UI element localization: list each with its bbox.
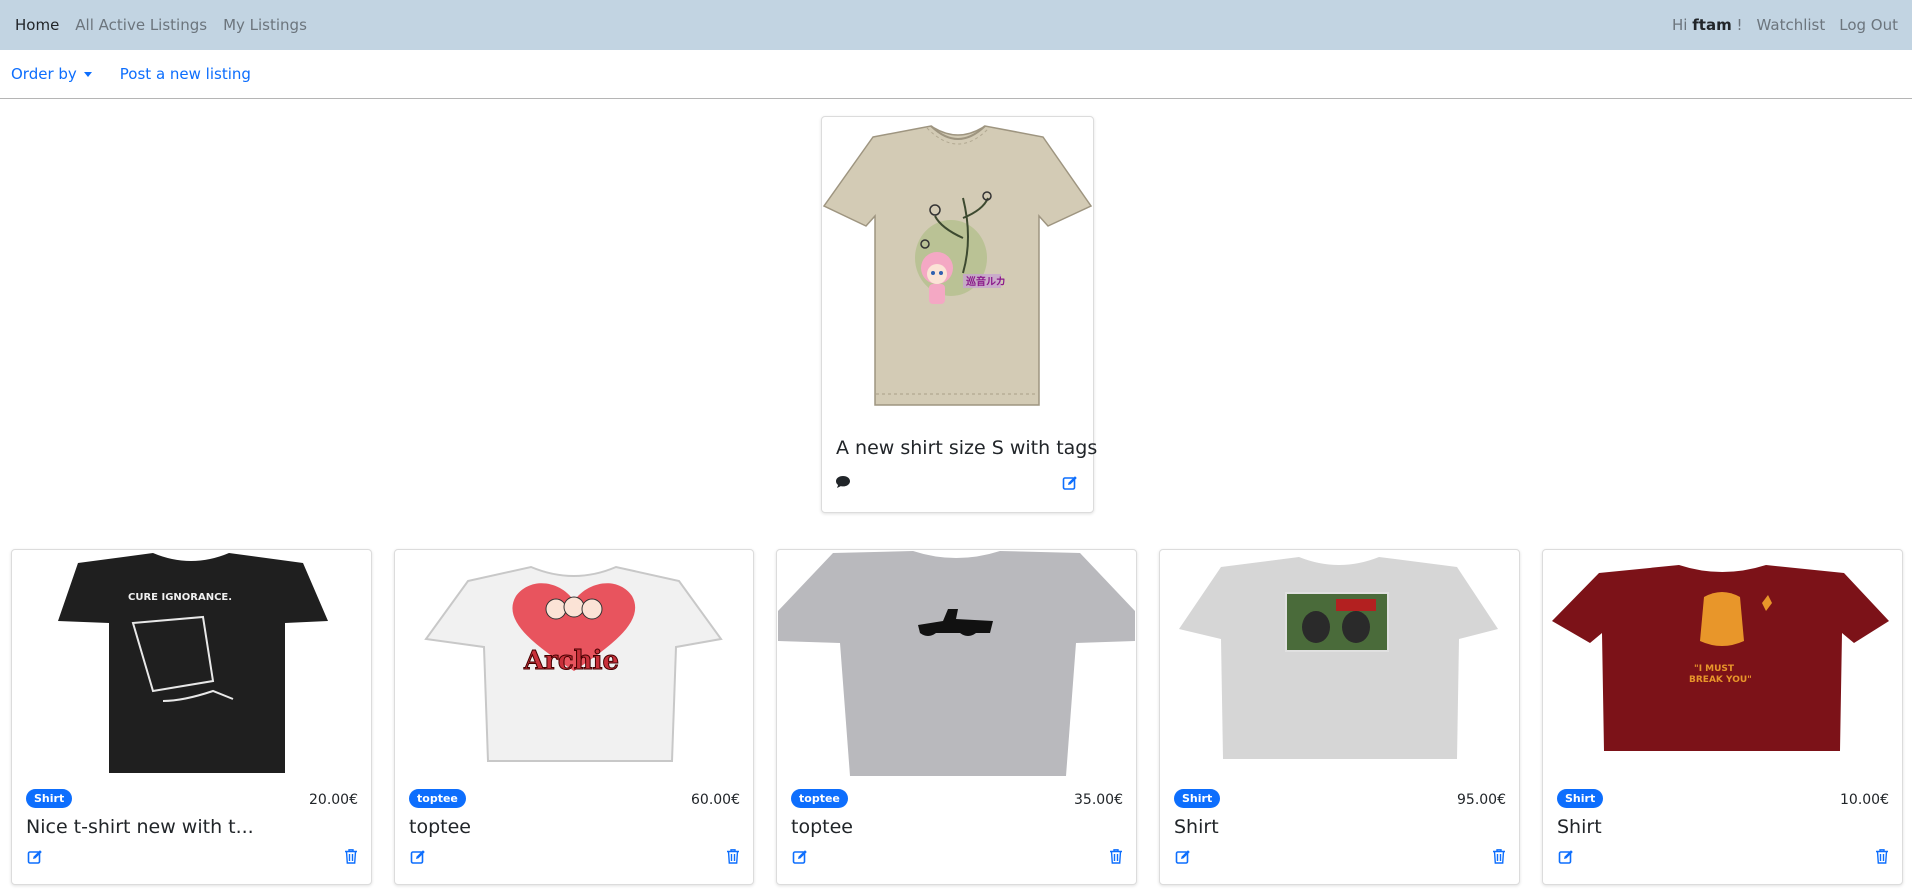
svg-text:"I MUST: "I MUST [1694,664,1735,674]
edit-icon[interactable] [410,849,426,865]
category-badge: toptee [791,789,848,808]
edit-icon[interactable] [27,849,43,865]
listing-title[interactable]: Shirt [1557,816,1602,838]
listing-card[interactable]: "I MUST BREAK YOU" Shirt 10.00€ Shirt [1542,549,1903,885]
listing-price: 20.00€ [309,792,358,808]
nav-all-active-listings-link[interactable]: All Active Listings [75,16,207,34]
top-navbar: Home All Active Listings My Listings Hi … [0,0,1912,50]
svg-text:Archie: Archie [523,646,619,676]
listing-image[interactable]: CURE IGNORANCE. [13,551,370,781]
trash-icon[interactable] [1491,848,1507,864]
edit-icon[interactable] [1175,849,1191,865]
comment-icon[interactable] [835,474,851,490]
category-badge: Shirt [1557,789,1604,808]
order-by-label: Order by [11,65,77,83]
category-badge: Shirt [1174,789,1221,808]
sub-navbar: Order by Post a new listing [0,50,1912,99]
trash-icon[interactable] [1108,848,1124,864]
edit-icon[interactable] [792,849,808,865]
edit-icon[interactable] [1062,475,1078,491]
listing-price: 60.00€ [691,792,740,808]
nav-home-link[interactable]: Home [15,16,59,34]
edit-icon[interactable] [1558,849,1574,865]
caret-down-icon [83,71,92,77]
featured-listing-image[interactable]: 巡音ルカ [823,118,1092,418]
listing-title[interactable]: toptee [409,816,471,838]
greeting-prefix: Hi [1672,16,1688,34]
svg-text:BREAK YOU": BREAK YOU" [1689,675,1752,685]
category-badge: toptee [409,789,466,808]
order-by-dropdown[interactable]: Order by [11,65,92,83]
listing-price: 95.00€ [1457,792,1506,808]
listing-image[interactable]: "I MUST BREAK YOU" [1544,551,1901,781]
post-new-listing-link[interactable]: Post a new listing [120,65,251,83]
listing-card[interactable]: Shirt 95.00€ Shirt [1159,549,1520,885]
nav-logout-link[interactable]: Log Out [1839,16,1898,34]
category-badge: Shirt [26,789,73,808]
greeting-suffix: ! [1736,16,1743,34]
listing-title[interactable]: Nice t-shirt new with t... [26,816,254,838]
trash-icon[interactable] [725,848,741,864]
listing-image[interactable] [778,551,1135,781]
listing-price: 10.00€ [1840,792,1889,808]
nav-my-listings-link[interactable]: My Listings [223,16,307,34]
svg-text:巡音ルカ: 巡音ルカ [966,275,1006,288]
nav-right: Hi ftam ! Watchlist Log Out [1672,16,1898,34]
listing-card[interactable]: Archie toptee 60.00€ toptee [394,549,754,885]
svg-text:CURE IGNORANCE.: CURE IGNORANCE. [128,592,232,603]
nav-left: Home All Active Listings My Listings [15,16,323,34]
listing-image[interactable]: Archie [396,551,752,781]
username: ftam [1692,16,1732,34]
nav-watchlist-link[interactable]: Watchlist [1757,16,1826,34]
trash-icon[interactable] [343,848,359,864]
user-greeting: Hi ftam ! [1672,16,1742,34]
featured-listing-card[interactable]: 巡音ルカ A new shirt size S with tags [821,116,1097,513]
listing-card[interactable]: CURE IGNORANCE. Shirt 20.00€ Nice t-shir… [11,549,372,885]
trash-icon[interactable] [1874,848,1890,864]
featured-listing-title[interactable]: A new shirt size S with tags [836,437,1097,459]
listing-image[interactable] [1161,551,1518,781]
listing-card[interactable]: toptee 35.00€ toptee [776,549,1137,885]
listing-title[interactable]: toptee [791,816,853,838]
listing-title[interactable]: Shirt [1174,816,1219,838]
listing-price: 35.00€ [1074,792,1123,808]
